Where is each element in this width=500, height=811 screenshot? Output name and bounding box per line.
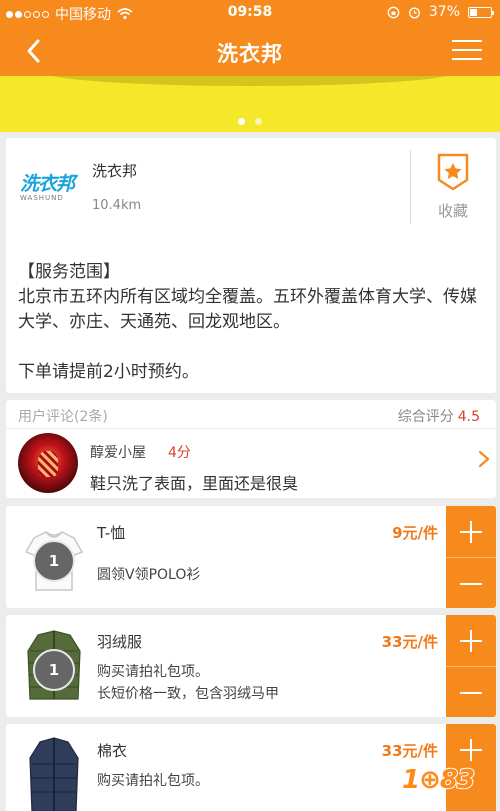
list-item: 1 羽绒服 33元/件 购买请拍礼包项。 长短价格一致，包含羽绒马甲 [6,615,496,717]
item-description: 购买请拍礼包项。 长短价格一致，包含羽绒马甲 [97,664,279,702]
battery-percent: 37% [428,4,460,20]
rating-label: 综合评分 [397,409,454,425]
cotton-coat-icon [29,737,79,811]
favorite-label: 收藏 [437,202,468,220]
rotation-lock-icon [387,6,400,18]
reviews-card[interactable]: 用户评论(2条) 综合评分 4.5 醇爱小屋 4分 鞋只洗了表面，里面还是很臭 [6,400,496,498]
chevron-left-icon [27,39,40,63]
carousel-dot-active [238,118,245,125]
reviewer-avatar [18,433,78,493]
bookmark-star-icon [437,153,469,191]
quantity-badge: 1 [33,540,75,582]
review-score: 4分 [168,445,191,461]
minus-icon [460,583,482,585]
chevron-right-icon[interactable] [478,450,490,468]
favorite-button[interactable]: 收藏 [418,152,488,226]
increase-button[interactable] [446,615,496,666]
item-name: 羽绒服 [97,633,143,651]
battery-level-fill [470,8,477,16]
banner-carousel[interactable] [0,76,500,132]
shop-distance: 10.4km [92,198,142,213]
decrease-button[interactable] [446,557,496,608]
service-heading: 【服务范围】 [18,262,120,282]
item-price: 33元/件 [381,633,438,651]
carousel-indicator [0,118,500,125]
banner-image [40,76,460,86]
carousel-dot [255,118,262,125]
item-price: 9元/件 [392,524,438,542]
divider [410,150,411,224]
minus-icon [460,692,482,694]
review-text: 鞋只洗了表面，里面还是很臭 [90,474,299,493]
hamburger-line [452,49,482,51]
decrease-button[interactable] [446,666,496,717]
increase-button[interactable] [446,506,496,557]
menu-button[interactable] [452,36,482,66]
site-watermark: 1⊕83 [401,757,496,807]
overall-rating: 综合评分 4.5 [398,406,480,426]
logo-text: 洗衣邦 [20,173,75,195]
hamburger-line [452,58,482,60]
shop-name: 洗衣邦 [92,162,138,180]
logo-subtext: WASHUND [20,194,64,202]
watermark-text: 1⊕83 [401,764,476,796]
item-name: T-恤 [97,524,126,542]
reviewer-name: 醇爱小屋 [90,445,146,461]
item-description: 购买请拍礼包项。 [97,773,209,789]
avatar-lamp-image [38,451,58,477]
quantity-badge: 1 [33,649,75,691]
item-name: 棉衣 [97,742,128,760]
shop-info-card: 洗衣邦 WASHUND 洗衣邦 10.4km 收藏 【服务范围】 北京市五环内所… [6,138,496,393]
plus-icon [460,630,482,652]
list-item: 1 T-恤 9元/件 圆领V领POLO衫 [6,506,496,608]
quantity-stepper [446,615,496,717]
status-bar: 中国移动 09:58 37% [0,0,500,26]
order-note: 下单请提前2小时预约。 [18,362,199,382]
service-area-text: 北京市五环内所有区域均全覆盖。五环外覆盖体育大学、传媒大学、亦庄、天通苑、回龙观… [18,287,477,332]
status-bar-right: 37% [387,4,494,20]
back-button[interactable] [18,33,54,69]
divider [6,428,496,429]
reviews-title: 用户评论(2条) [18,409,108,425]
battery-icon [468,6,494,18]
alarm-clock-icon [408,7,420,18]
plus-icon [460,521,482,543]
quantity-stepper [446,506,496,608]
hamburger-line [452,40,482,42]
shop-logo: 洗衣邦 WASHUND [20,174,78,204]
navigation-bar: 洗衣邦 [0,26,500,76]
rating-value: 4.5 [457,409,480,425]
page-title: 洗衣邦 [217,42,283,66]
item-description: 圆领V领POLO衫 [97,567,201,583]
service-description: 【服务范围】 北京市五环内所有区域均全覆盖。五环外覆盖体育大学、传媒大学、亦庄、… [18,260,488,385]
